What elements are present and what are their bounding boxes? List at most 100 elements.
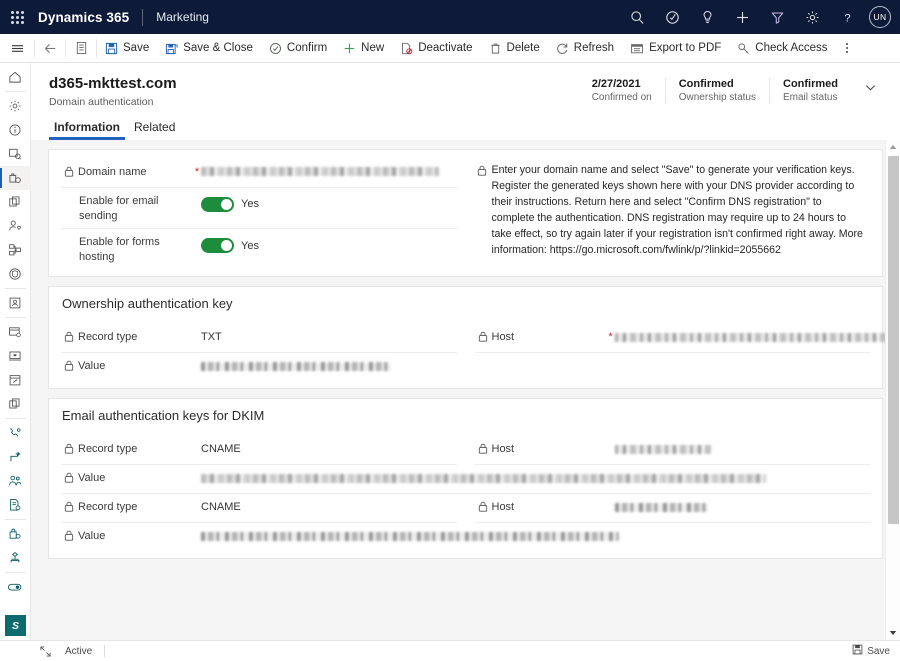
scrollbar-thumb[interactable]: [888, 156, 899, 524]
enable-forms-hosting-control[interactable]: Yes: [201, 235, 457, 253]
scroll-up-icon[interactable]: [886, 140, 900, 154]
scroll-down-icon[interactable]: [886, 626, 900, 640]
dkim-value-2-input[interactable]: [201, 529, 870, 542]
header-field-confirmed-on[interactable]: 2/27/2021 Confirmed on: [579, 78, 665, 103]
save-and-close-button[interactable]: Save & Close: [157, 34, 261, 62]
sidebar-item-phone-contacts[interactable]: [0, 421, 31, 445]
sidebar-item-home[interactable]: [0, 65, 31, 89]
ownership-record-type-value[interactable]: TXT: [201, 330, 457, 343]
sidebar-item-info[interactable]: [0, 118, 31, 142]
form-icon[interactable]: [66, 34, 96, 62]
sidebar-item-card[interactable]: [0, 291, 31, 315]
header-field-ownership-status[interactable]: Confirmed Ownership status: [665, 78, 769, 103]
filter-icon[interactable]: [760, 0, 795, 34]
brand-title[interactable]: Dynamics 365: [38, 10, 129, 25]
delete-button[interactable]: Delete: [481, 34, 548, 62]
sidebar-item-duplicate[interactable]: [0, 392, 31, 416]
save-button[interactable]: Save: [97, 34, 157, 62]
sidebar-item-shield[interactable]: [0, 262, 31, 286]
hamburger-icon[interactable]: [0, 34, 34, 62]
help-icon[interactable]: ?: [830, 0, 865, 34]
sidebar-item-domain-authentication[interactable]: [0, 166, 31, 190]
save-and-close-label: Save & Close: [183, 42, 253, 54]
email-sending-toggle[interactable]: [201, 197, 234, 212]
check-access-button[interactable]: Check Access: [729, 34, 835, 62]
record-subtitle: Domain authentication: [49, 96, 177, 108]
lightbulb-icon[interactable]: [690, 0, 725, 34]
gear-icon[interactable]: [795, 0, 830, 34]
email-sending-required-mark: [193, 194, 201, 195]
deactivate-button[interactable]: Deactivate: [392, 34, 480, 62]
dkim-value-1-input[interactable]: [201, 471, 870, 484]
domain-name-input[interactable]: [201, 165, 457, 178]
field-dkim-record-type-2[interactable]: Record type CNAME: [61, 494, 457, 523]
sidebar-item-form-settings[interactable]: [0, 320, 31, 344]
sidebar-item-people[interactable]: [0, 469, 31, 493]
dkim-host-1-label-group: Host: [475, 442, 607, 459]
avatar[interactable]: UN: [869, 6, 891, 28]
export-to-pdf-button[interactable]: Export to PDF: [622, 34, 729, 62]
ownership-host-input[interactable]: [615, 330, 871, 343]
field-dkim-value-2[interactable]: Value: [61, 523, 870, 552]
footer-save-button[interactable]: Save: [852, 644, 900, 658]
refresh-button[interactable]: Refresh: [548, 34, 622, 62]
search-icon[interactable]: [620, 0, 655, 34]
sidebar-item-lock-settings[interactable]: [0, 522, 31, 546]
general-card: Domain name * Enable for email sending: [48, 149, 883, 277]
app-name-label[interactable]: Marketing: [156, 10, 209, 24]
header-fields: 2/27/2021 Confirmed on Confirmed Ownersh…: [579, 75, 882, 103]
plus-icon[interactable]: [725, 0, 760, 34]
back-arrow-icon[interactable]: [35, 34, 65, 62]
app-launcher-icon[interactable]: [0, 0, 34, 34]
dkim-record-type-1-value[interactable]: CNAME: [201, 442, 457, 455]
field-domain-name[interactable]: Domain name *: [61, 159, 457, 188]
tab-related[interactable]: Related: [129, 117, 180, 140]
field-dkim-value-1[interactable]: Value: [61, 465, 870, 494]
sidebar-item-toggle-setting[interactable]: [0, 575, 31, 599]
sidebar-item-settings[interactable]: [0, 94, 31, 118]
field-ownership-record-type[interactable]: Record type TXT: [61, 324, 457, 353]
dkim-host-1-input[interactable]: [615, 442, 871, 455]
header-field-email-status[interactable]: Confirmed Email status: [769, 78, 851, 103]
enable-email-sending-control[interactable]: Yes: [201, 194, 457, 212]
scrollbar-track[interactable]: [886, 154, 900, 626]
chevron-down-icon[interactable]: [851, 78, 882, 100]
field-dkim-host-1[interactable]: Host: [475, 436, 871, 465]
dkim-columns-row2: Record type CNAME: [61, 494, 870, 523]
sidebar-item-monitor[interactable]: [0, 344, 31, 368]
sidebar-item-calendar[interactable]: [0, 368, 31, 392]
sidebar-item-copy-records[interactable]: [0, 190, 31, 214]
field-dkim-record-type-1[interactable]: Record type CNAME: [61, 436, 457, 465]
sidebar-item-branch-arrow[interactable]: [0, 445, 31, 469]
expand-icon[interactable]: [35, 646, 55, 657]
field-enable-forms-hosting[interactable]: Enable for forms hosting Yes: [61, 229, 457, 270]
sidebar-item-contact-search[interactable]: [0, 142, 31, 166]
form-canvas: Domain name * Enable for email sending: [31, 140, 900, 640]
dkim-record-type-2-value[interactable]: CNAME: [201, 500, 457, 513]
general-card-body: Domain name * Enable for email sending: [49, 150, 882, 276]
tab-information[interactable]: Information: [49, 117, 125, 140]
field-enable-email-sending[interactable]: Enable for email sending Yes: [61, 188, 457, 230]
form-scrollbar[interactable]: [885, 140, 900, 640]
new-button[interactable]: New: [335, 34, 392, 62]
sidebar-item-sitemap[interactable]: [0, 238, 31, 262]
field-dkim-host-2[interactable]: Host: [475, 494, 871, 523]
dkim-record-type-1-label-group: Record type: [61, 442, 193, 459]
sidebar-item-document-settings[interactable]: [0, 493, 31, 517]
dkim-host-2-input[interactable]: [615, 500, 871, 513]
app-body: S d365-mkttest.com Domain authentication…: [0, 63, 900, 640]
confirm-button[interactable]: Confirm: [261, 34, 335, 62]
sidebar-item-hierarchy[interactable]: [0, 546, 31, 570]
field-ownership-value[interactable]: Value: [61, 353, 870, 382]
dkim-value-2-required-mark: [193, 529, 201, 530]
field-ownership-host[interactable]: Host *: [475, 324, 871, 353]
ownership-value-input[interactable]: [201, 359, 870, 372]
sidebar-item-person-heart[interactable]: [0, 214, 31, 238]
forms-hosting-toggle[interactable]: [201, 238, 234, 253]
more-options-icon[interactable]: [836, 34, 858, 62]
dkim-host-2-label-group: Host: [475, 500, 607, 517]
assistant-icon[interactable]: [655, 0, 690, 34]
ownership-card-body: Record type TXT: [49, 315, 882, 388]
rail-divider: [5, 572, 26, 573]
environment-badge[interactable]: S: [5, 615, 26, 636]
